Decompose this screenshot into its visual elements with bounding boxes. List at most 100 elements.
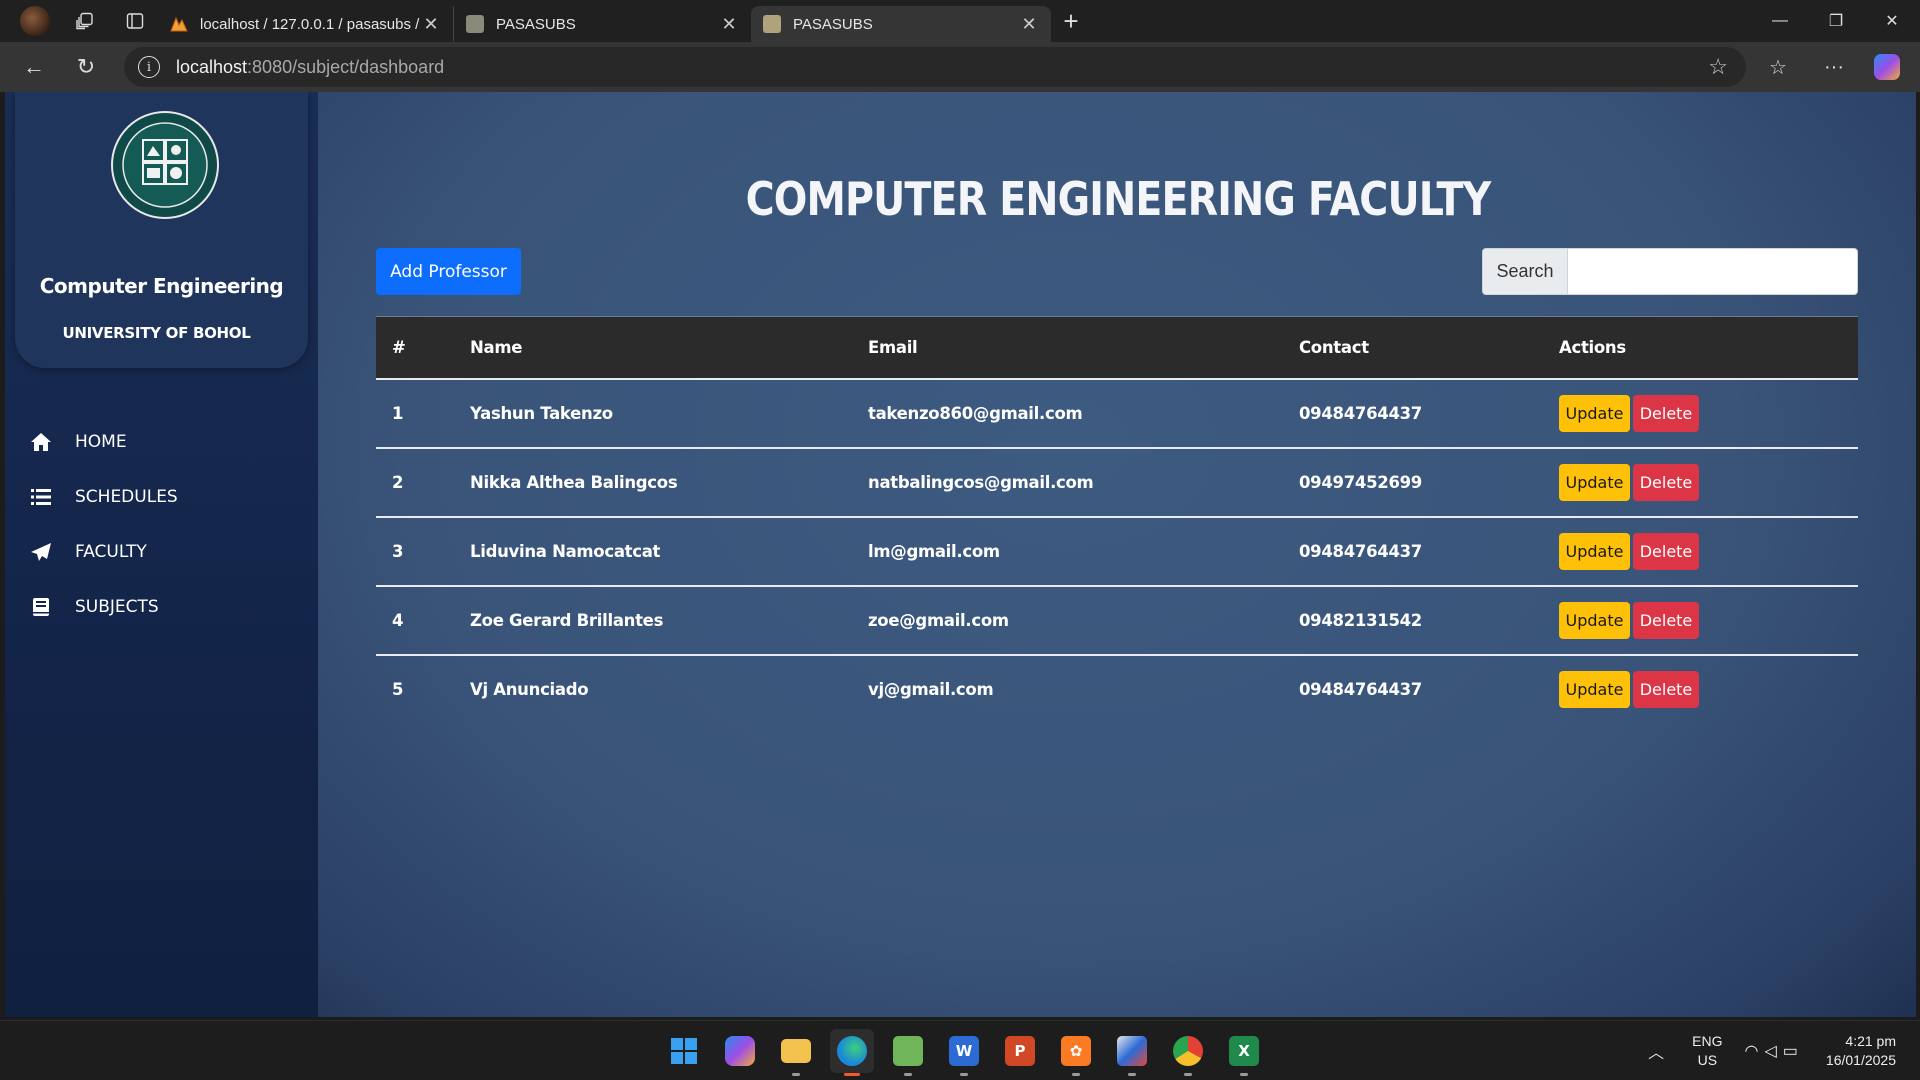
row-actions: Update Delete: [1543, 379, 1858, 448]
taskbar-powerpoint[interactable]: P: [998, 1029, 1042, 1073]
new-tab-button[interactable]: +: [1051, 6, 1091, 37]
delete-button[interactable]: Delete: [1633, 532, 1699, 570]
close-window-icon[interactable]: ✕: [1864, 0, 1920, 42]
tab-pasasubs-1[interactable]: PASASUBS ✕: [453, 6, 751, 42]
word-icon: W: [949, 1036, 979, 1066]
column-header-email: Email: [868, 337, 918, 357]
row-name: Liduvina Namocatcat: [470, 541, 661, 561]
table-row: 4 Zoe Gerard Brillantes zoe@gmail.com 09…: [376, 585, 1858, 655]
address-toolbar: ← ↻ i localhost:8080/subject/dashboard ☆…: [0, 42, 1920, 92]
taskbar-notepad[interactable]: [886, 1029, 930, 1076]
web-page: Computer Engineering UNIVERSITY OF BOHOL…: [5, 92, 1916, 1017]
row-contact: 09484764437: [1299, 680, 1422, 699]
delete-button[interactable]: Delete: [1633, 463, 1699, 501]
delete-button[interactable]: Delete: [1633, 671, 1699, 708]
sidebar-item-faculty[interactable]: FACULTY: [29, 524, 178, 579]
profile-avatar[interactable]: [12, 4, 58, 38]
workspaces-icon[interactable]: [62, 4, 108, 38]
close-tab-icon[interactable]: ✕: [719, 14, 739, 35]
url-path: :8080/subject/dashboard: [247, 56, 445, 77]
taskbar-chrome[interactable]: [1166, 1029, 1210, 1076]
sidebar-item-label: HOME: [75, 431, 127, 452]
row-number: 2: [392, 472, 404, 492]
taskbar-edge[interactable]: [830, 1029, 874, 1076]
favorite-star-icon[interactable]: ☆: [1708, 54, 1728, 80]
sidebar: Computer Engineering UNIVERSITY OF BOHOL…: [5, 92, 318, 1017]
url-bar[interactable]: i localhost:8080/subject/dashboard ☆: [124, 47, 1746, 87]
brand-card: Computer Engineering UNIVERSITY OF BOHOL: [15, 92, 308, 368]
row-actions: Update Delete: [1543, 655, 1858, 724]
notepad-icon: [893, 1036, 923, 1066]
row-email: vj@gmail.com: [868, 680, 994, 699]
wifi-icon: ◠: [1744, 1043, 1765, 1060]
table-header-row: # Name Email Contact Actions: [376, 316, 1858, 379]
row-name: Vj Anunciado: [470, 680, 589, 699]
update-button[interactable]: Update: [1559, 671, 1630, 708]
search-label: Search: [1482, 248, 1568, 295]
tab-pasasubs-active[interactable]: PASASUBS ✕: [751, 6, 1051, 42]
tab-title: PASASUBS: [496, 15, 576, 33]
pasasubs-favicon-icon: [466, 15, 484, 33]
sidebar-item-subjects[interactable]: SUBJECTS: [29, 579, 178, 634]
taskbar-copilot[interactable]: [718, 1029, 762, 1073]
table-row: 1 Yashun Takenzo takenzo860@gmail.com 09…: [376, 378, 1858, 448]
taskbar-word[interactable]: W: [942, 1029, 986, 1076]
back-icon[interactable]: ←: [10, 47, 58, 87]
row-contact: 09484764437: [1299, 403, 1422, 423]
clock[interactable]: 4:21 pm 16/01/2025: [1826, 1032, 1896, 1070]
site-info-icon[interactable]: i: [138, 56, 160, 78]
taskbar-file-explorer[interactable]: [774, 1029, 818, 1076]
input-language-indicator[interactable]: ENG US: [1692, 1032, 1722, 1070]
delete-button[interactable]: Delete: [1633, 394, 1699, 432]
column-header-contact: Contact: [1299, 337, 1369, 357]
row-email: natbalingcos@gmail.com: [868, 472, 1094, 492]
browser-tab-bar: localhost / 127.0.0.1 / pasasubs / ✕ PAS…: [0, 0, 1920, 42]
brand-subtitle: UNIVERSITY OF BOHOL: [62, 324, 251, 342]
windows-start-icon: [671, 1038, 697, 1064]
system-tray-icons[interactable]: ◠◁▭: [1745, 1041, 1804, 1061]
close-tab-icon[interactable]: ✕: [421, 14, 441, 35]
list-icon: [29, 485, 53, 509]
sidebar-item-home[interactable]: HOME: [29, 414, 178, 469]
start-button[interactable]: [662, 1029, 706, 1073]
add-professor-button[interactable]: Add Professor: [376, 248, 521, 295]
update-button[interactable]: Update: [1559, 463, 1630, 501]
tab-actions-icon[interactable]: [112, 4, 158, 38]
update-button[interactable]: Update: [1559, 532, 1630, 570]
xampp-icon: ✿: [1061, 1036, 1091, 1066]
row-email: zoe@gmail.com: [868, 610, 1009, 630]
close-tab-icon[interactable]: ✕: [1019, 14, 1039, 35]
taskbar-excel[interactable]: X: [1222, 1029, 1266, 1076]
copilot-icon[interactable]: [1874, 54, 1900, 80]
cube-app-icon: [1117, 1036, 1147, 1066]
sidebar-item-schedules[interactable]: SCHEDULES: [29, 469, 178, 524]
region-code: US: [1697, 1052, 1718, 1068]
row-actions: Update Delete: [1543, 448, 1858, 517]
home-icon: [29, 430, 53, 454]
minimize-icon[interactable]: —: [1752, 0, 1808, 42]
column-header-number: #: [392, 337, 406, 357]
search-input[interactable]: [1568, 248, 1858, 295]
time: 4:21 pm: [1845, 1033, 1896, 1049]
row-actions: Update Delete: [1543, 586, 1858, 655]
update-button[interactable]: Update: [1559, 394, 1630, 432]
row-number: 4: [392, 610, 404, 630]
main-content: COMPUTER ENGINEERING FACULTY Add Profess…: [318, 92, 1916, 1017]
tab-phpmyadmin[interactable]: localhost / 127.0.0.1 / pasasubs / ✕: [158, 6, 453, 42]
faculty-table: # Name Email Contact Actions 1 Yashun Ta…: [376, 316, 1858, 724]
table-row: 5 Vj Anunciado vj@gmail.com 09484764437 …: [376, 654, 1858, 724]
update-button[interactable]: Update: [1559, 601, 1630, 639]
restore-icon[interactable]: ❐: [1808, 0, 1864, 42]
row-name: Zoe Gerard Brillantes: [470, 610, 664, 630]
refresh-icon[interactable]: ↻: [62, 47, 110, 87]
search-group: Search: [1482, 248, 1858, 295]
delete-button[interactable]: Delete: [1633, 601, 1699, 639]
favorites-icon[interactable]: ☆: [1756, 55, 1800, 80]
show-hidden-icons-chevron-icon[interactable]: ︿: [1648, 1039, 1664, 1063]
column-header-actions: Actions: [1559, 337, 1626, 357]
tab-title: PASASUBS: [793, 15, 873, 33]
more-menu-icon[interactable]: ···: [1812, 56, 1856, 79]
taskbar-xampp[interactable]: ✿: [1054, 1029, 1098, 1076]
taskbar-virtualbox[interactable]: [1110, 1029, 1154, 1076]
tab-title: localhost / 127.0.0.1 / pasasubs /: [200, 15, 420, 33]
